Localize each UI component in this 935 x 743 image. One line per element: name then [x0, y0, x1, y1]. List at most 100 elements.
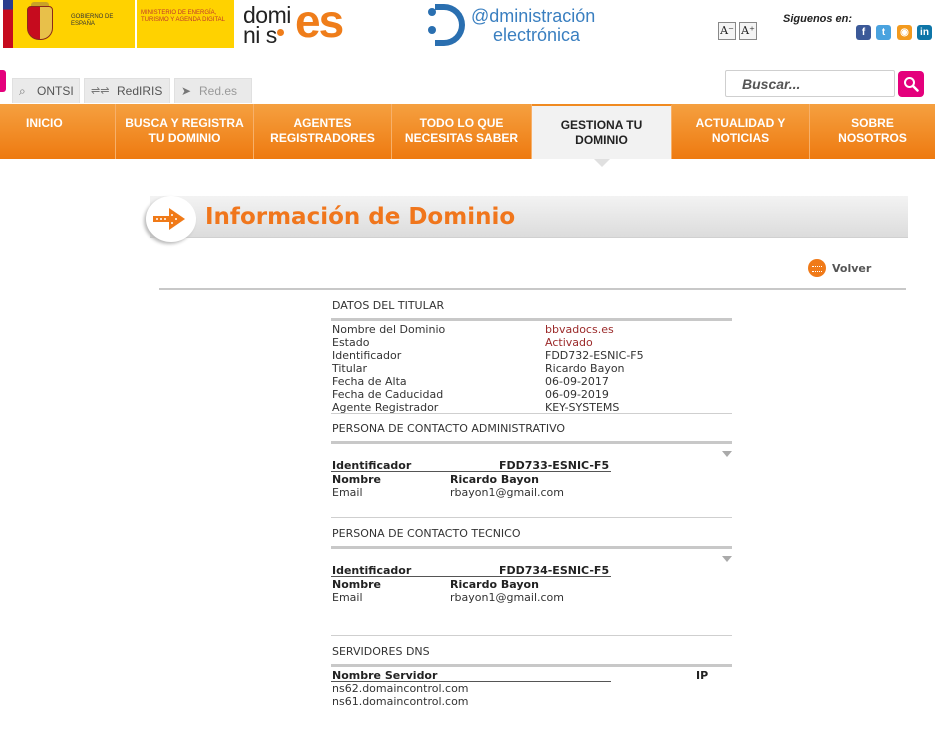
table-row: ns62.domaincontrol.com: [332, 682, 732, 695]
nav-label-line2: REGISTRADORES: [270, 131, 375, 145]
search-icon: ⌕: [19, 84, 26, 98]
divider: [331, 471, 611, 472]
divider: [331, 635, 732, 636]
row-value: 06-09-2019: [545, 388, 609, 401]
row-label: Nombre: [332, 578, 381, 591]
section-admin-title: PERSONA DE CONTACTO ADMINISTRATIVO: [332, 422, 566, 435]
nav-label-line1: BUSCA Y REGISTRA: [125, 116, 244, 130]
section-titular-title: DATOS DEL TITULAR: [332, 299, 445, 312]
row-value: FDD732-ESNIC-F5: [545, 349, 644, 362]
main-nav: INICIO BUSCA Y REGISTRA TU DOMINIO AGENT…: [0, 104, 935, 167]
row-label: Estado: [332, 336, 370, 349]
nav-actualidad-noticias[interactable]: ACTUALIDAD Y NOTICIAS: [672, 104, 810, 159]
linkedin-icon[interactable]: in: [917, 25, 932, 40]
nav-label-line1: AGENTES: [293, 116, 352, 130]
table-row: Fecha de Caducidad 06-09-2019: [332, 388, 732, 401]
section-bar: [331, 318, 732, 321]
row-label: Nombre del Dominio: [332, 323, 446, 336]
status-value: Activado: [545, 336, 593, 349]
ministerio-logo[interactable]: MINISTERIO DE ENERGÍA, TURISMO Y AGENDA …: [137, 0, 234, 48]
row-label: Email: [332, 591, 363, 604]
nav-gestiona-tu-dominio[interactable]: GESTIONA TU DOMINIO: [532, 104, 672, 167]
dominios-logo-line2: ni s: [243, 22, 277, 48]
dominios-es-logo[interactable]: domi ni s es: [243, 0, 358, 48]
ministerio-text: MINISTERIO DE ENERGÍA, TURISMO Y AGENDA …: [141, 10, 226, 23]
table-row: Nombre Ricardo Bayon: [332, 473, 732, 486]
siguenos-label: Siguenos en:: [783, 13, 853, 25]
table-row: Titular Ricardo Bayon: [332, 362, 732, 375]
chevron-down-icon[interactable]: [722, 451, 732, 457]
back-arrow-icon[interactable]: [808, 259, 826, 277]
admin-arc-icon: [435, 4, 465, 46]
row-label: Titular: [332, 362, 368, 375]
dominios-dot-icon: [277, 29, 284, 36]
coat-of-arms-icon: [27, 6, 53, 40]
chevron-down-icon[interactable]: [722, 556, 732, 562]
side-accent-marker: [0, 70, 6, 92]
section-bar: [331, 664, 732, 667]
nav-sobre-nosotros[interactable]: SOBRE NOSOTROS: [810, 104, 935, 159]
nav-label-line1: TODO LO QUE: [419, 116, 504, 130]
row-label: Nombre: [332, 473, 381, 486]
divider: [331, 517, 732, 518]
page-title: Información de Dominio: [205, 204, 516, 230]
table-row: Fecha de Alta 06-09-2017: [332, 375, 732, 388]
tab-ontsi-label: ONTSI: [37, 84, 74, 98]
row-label: Fecha de Caducidad: [332, 388, 444, 401]
table-row: Email rbayon1@gmail.com: [332, 591, 732, 604]
table-row: Nombre del Dominio bbvadocs.es: [332, 323, 732, 336]
admin-logo-line1: @dministración: [471, 6, 596, 26]
row-label: Fecha de Alta: [332, 375, 407, 388]
nav-inicio[interactable]: INICIO: [0, 104, 116, 159]
nav-busca-registra[interactable]: BUSCA Y REGISTRA TU DOMINIO: [116, 104, 254, 159]
table-row: Estado Activado: [332, 336, 732, 349]
facebook-icon[interactable]: f: [856, 25, 871, 40]
nav-agentes-registradores[interactable]: AGENTES REGISTRADORES: [254, 104, 392, 159]
tab-rediris[interactable]: ⇌⇌ RedIRIS: [84, 78, 170, 103]
table-row: Nombre Ricardo Bayon: [332, 578, 732, 591]
rss-icon[interactable]: ◉: [897, 25, 912, 40]
divider: [331, 413, 732, 414]
divider: [331, 576, 611, 577]
administracion-electronica-logo[interactable]: @dministración electrónica: [425, 4, 605, 48]
tab-redes[interactable]: ➤ Red.es: [174, 78, 252, 103]
nav-label-line1: GESTIONA TU: [560, 118, 643, 132]
content-separator: [159, 288, 906, 290]
spain-flag-icon: [3, 0, 13, 48]
email-value: rbayon1@gmail.com: [450, 591, 564, 604]
row-label: Email: [332, 486, 363, 499]
row-value: 06-09-2017: [545, 375, 609, 388]
decrease-font-button[interactable]: A⁻: [718, 22, 736, 40]
admin-logo-line2: electrónica: [493, 25, 581, 45]
network-icon: ⇌⇌: [91, 85, 110, 97]
search-button[interactable]: [898, 71, 924, 97]
dns-server-name: ns62.domaincontrol.com: [332, 682, 469, 695]
nav-label-line2: NOSOTROS: [838, 131, 907, 145]
row-label: Identificador: [332, 349, 402, 362]
table-row: ns61.domaincontrol.com: [332, 695, 732, 708]
tab-ontsi[interactable]: ⌕ ONTSI: [12, 78, 80, 103]
dominios-logo-es: es: [295, 0, 344, 47]
column-header-ip: IP: [696, 669, 709, 682]
search-input[interactable]: [725, 70, 895, 97]
nav-label-line1: SOBRE: [851, 116, 894, 130]
dns-server-name: ns61.domaincontrol.com: [332, 695, 469, 708]
section-dns-title: SERVIDORES DNS: [332, 645, 430, 658]
increase-font-button[interactable]: A⁺: [739, 22, 757, 40]
nav-label-line1: ACTUALIDAD Y: [695, 116, 786, 130]
tab-rediris-label: RedIRIS: [117, 84, 163, 98]
tab-redes-label: Red.es: [199, 84, 238, 98]
twitter-icon[interactable]: t: [876, 25, 891, 40]
row-value: Ricardo Bayon: [450, 473, 539, 486]
volver-link[interactable]: Volver: [832, 262, 871, 275]
table-row: Email rbayon1@gmail.com: [332, 486, 732, 499]
arrow-right-icon: [153, 208, 185, 230]
nav-label-line2: TU DOMINIO: [148, 131, 221, 145]
gobierno-logo[interactable]: GOBIERNO DE ESPAÑA: [13, 0, 135, 48]
gobierno-text: GOBIERNO DE ESPAÑA: [71, 14, 114, 27]
nav-label-line2: DOMINIO: [575, 133, 628, 147]
pointer-icon: ➤: [181, 84, 192, 98]
nav-todo-lo-que-necesitas[interactable]: TODO LO QUE NECESITAS SABER: [392, 104, 532, 159]
section-bar: [331, 441, 732, 444]
domain-name-link[interactable]: bbvadocs.es: [545, 323, 614, 336]
